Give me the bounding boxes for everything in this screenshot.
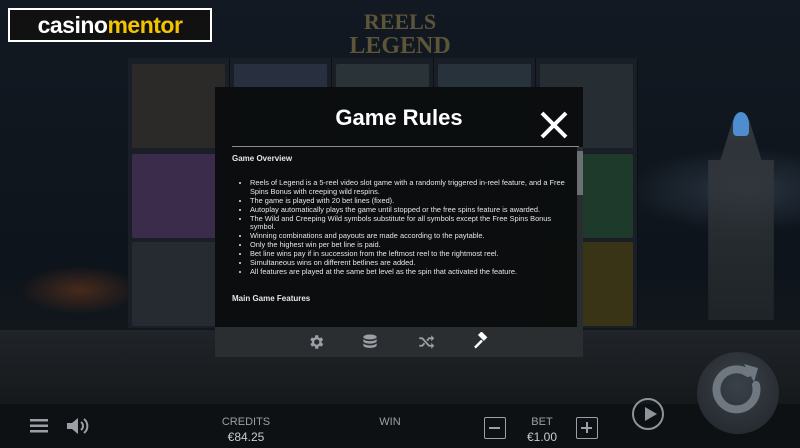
gear-icon — [310, 335, 324, 349]
game-logo: REELS LEGEND — [330, 9, 470, 59]
game-logo-line1: REELS — [363, 9, 437, 34]
tab-settings[interactable] — [298, 327, 334, 357]
casinomentor-logo: casino mentor — [8, 8, 212, 42]
rule-item: All features are played at the same bet … — [250, 267, 578, 277]
title-divider — [232, 146, 579, 147]
tab-paytable[interactable] — [352, 327, 388, 357]
increase-bet-button[interactable] — [576, 417, 598, 439]
logo-text-mentor: mentor — [107, 11, 183, 38]
menu-button[interactable] — [30, 419, 48, 433]
section-heading-overview: Game Overview — [232, 154, 293, 163]
decrease-bet-button[interactable] — [484, 417, 506, 439]
rules-content[interactable]: Game Overview Reels of Legend is a 5-ree… — [232, 153, 578, 327]
tower-light — [733, 112, 749, 136]
scrollbar-thumb[interactable] — [577, 151, 583, 195]
refresh-icon — [712, 364, 761, 414]
rules-tab-bar — [215, 327, 583, 357]
bet-value: €1.00 — [526, 430, 558, 444]
speaker-icon — [67, 418, 89, 434]
tab-rules[interactable] — [463, 327, 499, 357]
section-heading-features: Main Game Features — [232, 293, 311, 303]
game-rules-dialog: Game Rules Game Overview Reels of Legend… — [215, 87, 583, 357]
win-label: WIN — [379, 416, 401, 428]
coins-icon — [363, 334, 377, 348]
credits-label: CREDITS — [221, 416, 271, 428]
bet-label: BET — [531, 416, 553, 428]
credits-value: €84.25 — [227, 430, 265, 444]
sound-button[interactable] — [66, 417, 90, 435]
shuffle-icon — [419, 335, 435, 349]
rule-item: The Wild and Creeping Wild symbols subst… — [250, 214, 578, 233]
game-logo-line2: LEGEND — [349, 33, 451, 59]
close-button[interactable] — [539, 110, 569, 140]
scrollbar-track[interactable] — [577, 147, 583, 329]
spin-button[interactable] — [697, 352, 779, 434]
autoplay-button[interactable] — [632, 398, 664, 430]
logo-text-casino: casino — [37, 11, 108, 38]
dialog-title: Game Rules — [335, 105, 463, 130]
rules-list: Reels of Legend is a 5-reel video slot g… — [232, 178, 578, 277]
hamburger-icon — [30, 419, 48, 433]
gavel-icon — [474, 332, 488, 349]
rule-item: Reels of Legend is a 5-reel video slot g… — [250, 178, 578, 197]
tab-lines[interactable] — [408, 327, 444, 357]
